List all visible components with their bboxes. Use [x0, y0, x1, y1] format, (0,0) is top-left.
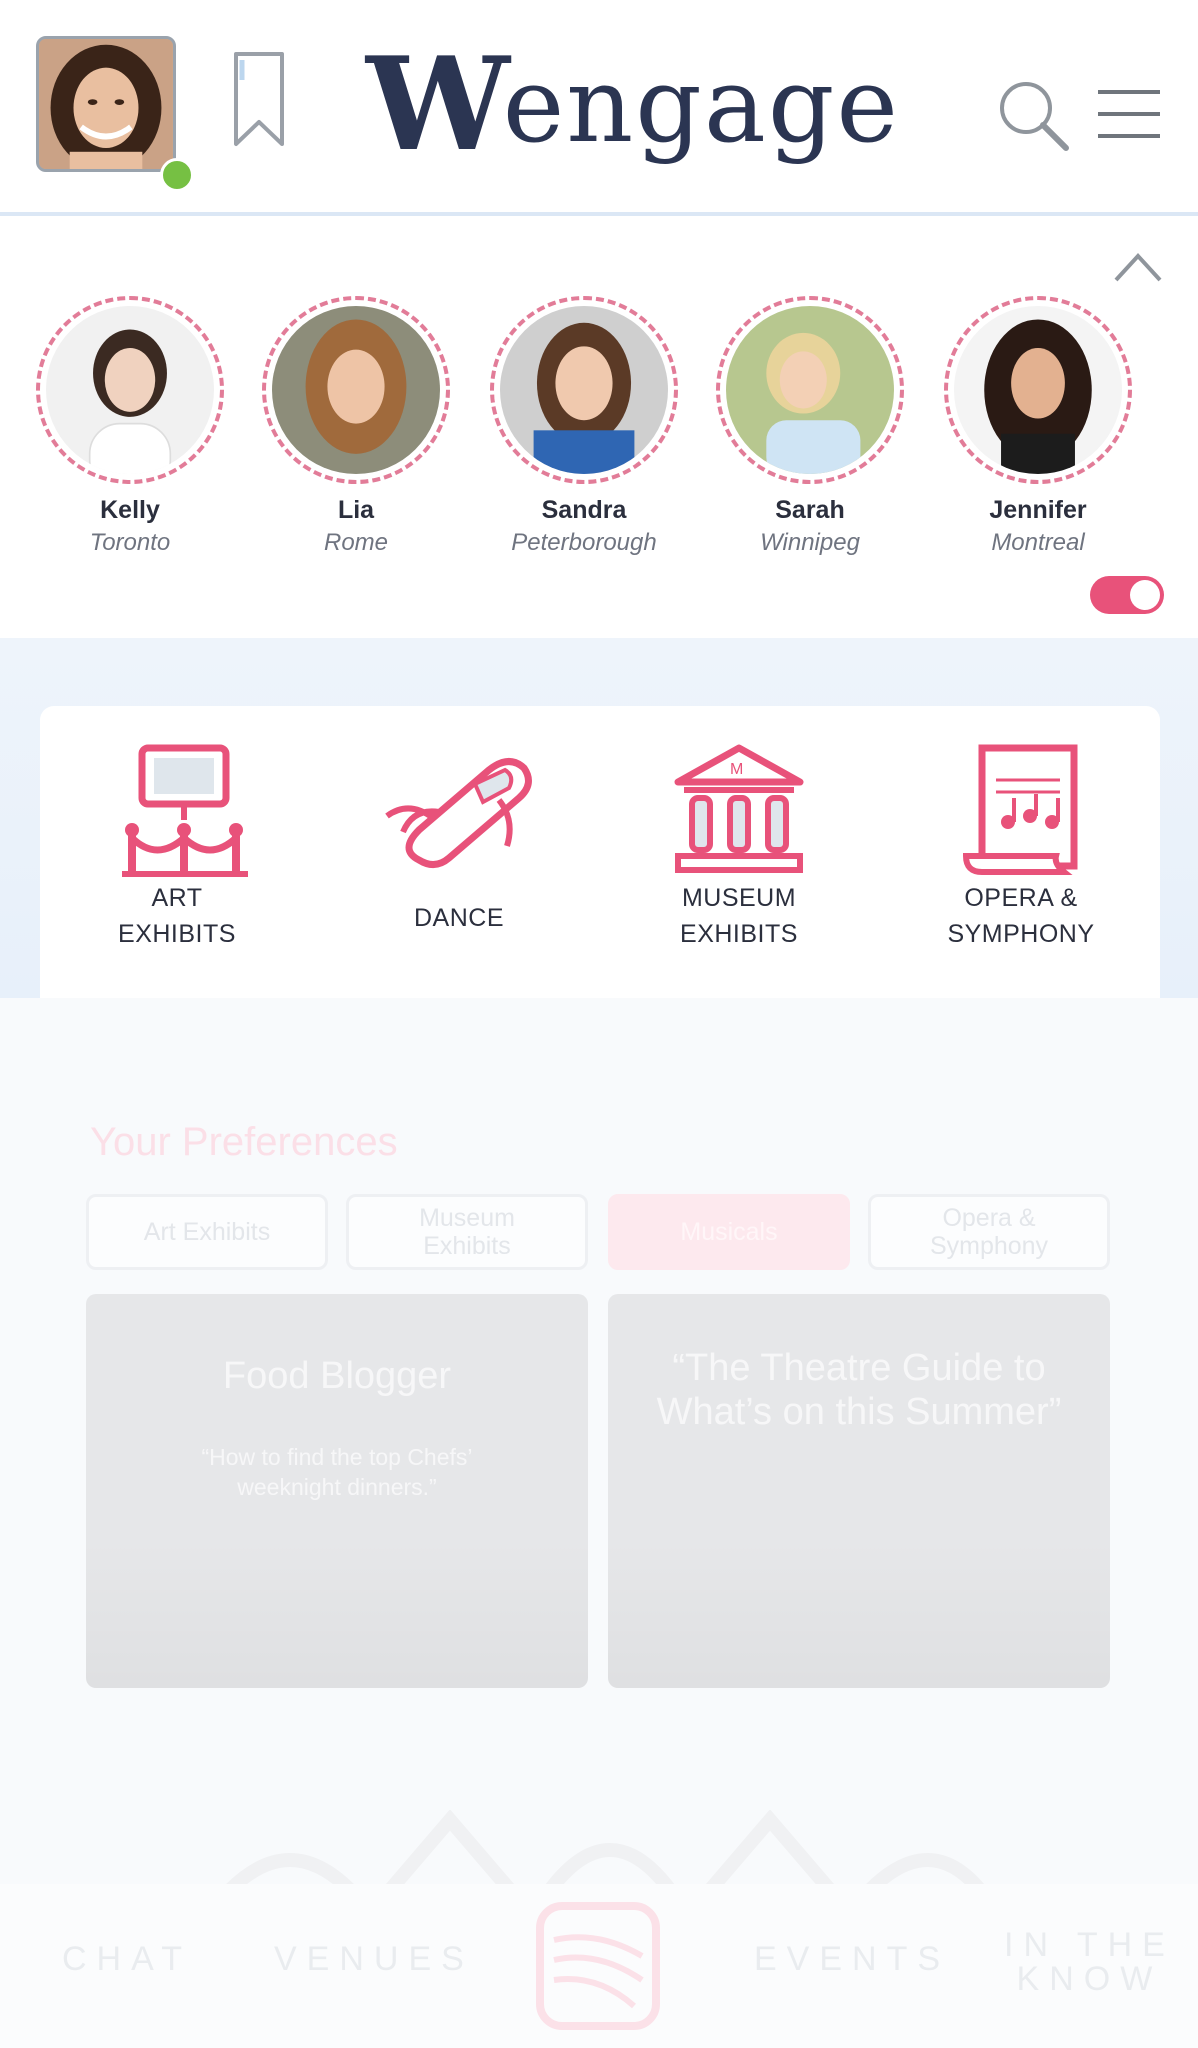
- category-art-exhibits[interactable]: ART EXHIBITS: [52, 740, 302, 980]
- top-header: W engage: [0, 0, 1198, 216]
- toggle-knob: [1130, 580, 1160, 610]
- category-museum-exhibits[interactable]: M MUSEUM EXHIBITS: [614, 740, 864, 980]
- match-photo: [954, 306, 1122, 474]
- nav-venues[interactable]: VENUES: [274, 1940, 474, 1979]
- online-status-dot: [160, 158, 194, 192]
- match-card[interactable]: Jennifer Montreal: [938, 296, 1138, 560]
- match-photo: [726, 306, 894, 474]
- app-screen: W engage Kelly Toronto Lia Rome Sandra P…: [0, 0, 1198, 2048]
- chip-label: Symphony: [929, 1232, 1049, 1260]
- match-name: Kelly: [100, 496, 160, 524]
- match-photo: [272, 306, 440, 474]
- match-photo-ring: [262, 296, 450, 484]
- preference-chip-active[interactable]: Musicals: [608, 1194, 850, 1270]
- svg-text:M: M: [730, 761, 743, 778]
- match-city: Peterborough: [511, 529, 657, 556]
- ballet-shoe-icon: [385, 758, 532, 868]
- category-label: EXHIBITS: [680, 920, 798, 948]
- category-label: ART: [151, 884, 203, 912]
- category-label: OPERA &: [964, 884, 1078, 912]
- chip-label: Opera &: [942, 1204, 1036, 1232]
- match-photo: [46, 306, 214, 474]
- match-photo-ring: [36, 296, 224, 484]
- match-name: Sandra: [541, 496, 627, 524]
- match-card[interactable]: Sarah Winnipeg: [710, 296, 910, 560]
- tile-subtitle: “How to find the top Chefs’ weeknight di…: [201, 1444, 473, 1500]
- match-name: Lia: [337, 496, 375, 524]
- category-dance[interactable]: DANCE: [334, 740, 584, 980]
- match-city: Rome: [323, 529, 389, 556]
- tile-shade: [608, 1538, 1110, 1688]
- match-card[interactable]: Kelly Toronto: [30, 296, 230, 560]
- chip-label: Musicals: [680, 1218, 778, 1246]
- chevron-up-icon[interactable]: [1112, 250, 1164, 284]
- tile-shade: [86, 1538, 588, 1688]
- article-tile[interactable]: Food Blogger “How to find the top Chefs’…: [86, 1294, 588, 1688]
- article-tile[interactable]: “The Theatre Guide to What’s on this Sum…: [608, 1294, 1110, 1688]
- logo-w: W: [366, 30, 510, 180]
- match-city: Montreal: [991, 529, 1085, 556]
- match-city: Winnipeg: [760, 529, 860, 556]
- match-photo-ring: [944, 296, 1132, 484]
- match-photo-ring: [716, 296, 904, 484]
- wengage-logo: W engage: [366, 30, 898, 180]
- match-city: Toronto: [89, 529, 171, 556]
- preferences-title: Your Preferences: [90, 1120, 398, 1164]
- chip-label: Exhibits: [423, 1232, 511, 1260]
- search-icon[interactable]: [996, 78, 1070, 152]
- nav-label-line: KNOW: [1016, 1960, 1163, 1998]
- preference-chip[interactable]: Museum Exhibits: [346, 1194, 588, 1270]
- tile-title: “The Theatre Guide to What’s on this Sum…: [656, 1347, 1062, 1433]
- nav-chat[interactable]: CHAT: [62, 1940, 192, 1979]
- hamburger-menu-icon[interactable]: [1096, 86, 1162, 142]
- match-photo-ring: [490, 296, 678, 484]
- logo-text: engage: [502, 44, 900, 166]
- match-name: Jennifer: [989, 496, 1087, 524]
- match-card[interactable]: Sandra Peterborough: [484, 296, 684, 560]
- nav-events[interactable]: EVENTS: [754, 1940, 950, 1979]
- tile-title: Food Blogger: [222, 1355, 452, 1397]
- category-label: EXHIBITS: [118, 920, 236, 948]
- chip-label: Museum: [419, 1204, 515, 1232]
- match-card[interactable]: Lia Rome: [256, 296, 456, 560]
- preference-chip[interactable]: Opera & Symphony: [868, 1194, 1110, 1270]
- filter-toggle-switch[interactable]: [1090, 576, 1164, 614]
- category-opera-symphony[interactable]: OPERA & SYMPHONY: [896, 740, 1146, 980]
- nav-in-the-know[interactable]: IN THE KNOW: [1004, 1928, 1175, 1996]
- category-label: SYMPHONY: [947, 920, 1095, 948]
- bookmark-icon[interactable]: [232, 50, 286, 150]
- match-name: Sarah: [775, 496, 845, 524]
- nav-label-line: IN THE: [1004, 1926, 1175, 1964]
- category-label: DANCE: [413, 904, 504, 932]
- wengage-home-icon[interactable]: [534, 1900, 662, 2032]
- museum-icon: M: [674, 744, 804, 873]
- chip-label: Art Exhibits: [143, 1218, 271, 1246]
- art-exhibit-icon: [122, 744, 248, 877]
- sheet-music-icon: [962, 744, 1078, 875]
- my-profile-avatar[interactable]: [36, 36, 176, 172]
- preference-chip[interactable]: Art Exhibits: [86, 1194, 328, 1270]
- category-label: MUSEUM: [681, 884, 797, 912]
- match-photo: [500, 306, 668, 474]
- decorative-pattern: [225, 1810, 986, 1890]
